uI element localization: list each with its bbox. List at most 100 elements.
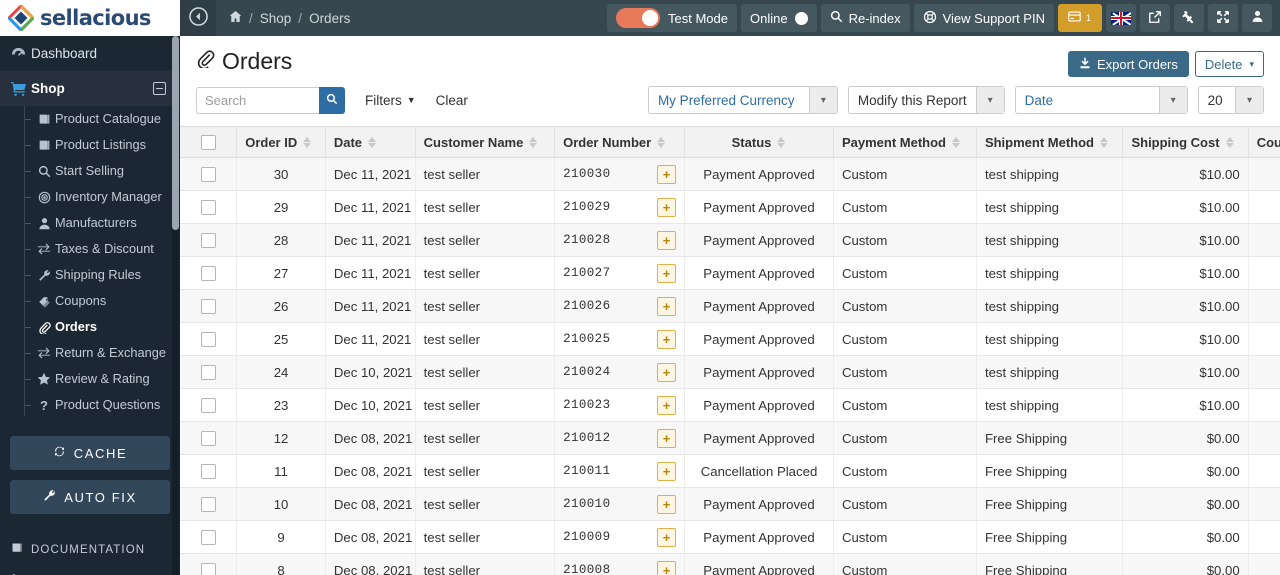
expand-row-button[interactable]: + xyxy=(657,230,677,250)
sidebar-item-shop[interactable]: Shop xyxy=(0,71,180,106)
row-checkbox[interactable] xyxy=(200,464,216,479)
sidebar-item-start-selling[interactable]: Start Selling xyxy=(0,158,180,184)
sort-icon[interactable] xyxy=(1099,136,1109,148)
row-checkbox[interactable] xyxy=(200,266,216,281)
online-status-button[interactable]: Online xyxy=(741,4,817,32)
expand-row-button[interactable]: + xyxy=(657,296,677,316)
sidebar-item-return-exchange[interactable]: Return & Exchange xyxy=(0,340,180,366)
sort-icon[interactable] xyxy=(368,136,377,148)
sort-icon[interactable] xyxy=(657,136,666,148)
search-input[interactable] xyxy=(196,86,319,114)
col-customer-name[interactable]: Customer Name xyxy=(415,126,556,158)
sidebar-item-documentation[interactable]: DOCUMENTATION xyxy=(0,534,180,565)
fullscreen-button[interactable] xyxy=(1208,4,1238,32)
language-button[interactable] xyxy=(1106,4,1136,32)
sidebar-item-support[interactable]: SUPPORT xyxy=(0,565,180,575)
expand-row-button[interactable]: + xyxy=(657,362,677,382)
expand-row-button[interactable]: + xyxy=(657,263,677,283)
toggle-switch[interactable] xyxy=(616,8,661,28)
row-checkbox[interactable] xyxy=(200,299,216,314)
back-button[interactable] xyxy=(180,0,216,36)
messages-button[interactable]: 1 xyxy=(1057,4,1102,32)
sidebar-item-product-catalogue[interactable]: Product Catalogue xyxy=(0,106,180,132)
row-checkbox[interactable] xyxy=(200,563,216,575)
table-row[interactable]: 10 Dec 08, 2021 test seller 210010 + Payment … xyxy=(180,487,1280,521)
date-sort-select[interactable]: Date ▾ xyxy=(1014,86,1188,114)
row-checkbox[interactable] xyxy=(200,398,216,413)
sort-icon[interactable] xyxy=(303,136,312,148)
page-limit-select[interactable]: 20 ▾ xyxy=(1197,86,1264,114)
collapse-minus-icon[interactable] xyxy=(153,82,166,95)
table-row[interactable]: 23 Dec 10, 2021 test seller 210023 + Payment … xyxy=(180,388,1280,422)
select-all-checkbox[interactable] xyxy=(200,135,216,151)
col-shipment-method[interactable]: Shipment Method xyxy=(976,126,1124,158)
sidebar-item-coupons[interactable]: Coupons xyxy=(0,288,180,314)
expand-row-button[interactable]: + xyxy=(657,329,677,349)
sidebar-scrollbar[interactable] xyxy=(172,36,179,575)
export-orders-button[interactable]: Export Orders xyxy=(1067,51,1189,77)
row-checkbox[interactable] xyxy=(200,233,216,248)
joomla-button[interactable] xyxy=(1174,4,1204,32)
expand-row-button[interactable]: + xyxy=(657,527,677,547)
expand-row-button[interactable]: + xyxy=(657,461,677,481)
expand-row-button[interactable]: + xyxy=(657,494,677,514)
expand-row-button[interactable]: + xyxy=(657,395,677,415)
user-menu-button[interactable] xyxy=(1242,4,1272,32)
row-checkbox[interactable] xyxy=(200,167,216,182)
table-row[interactable]: 29 Dec 11, 2021 test seller 210029 + Payment … xyxy=(180,190,1280,224)
table-row[interactable]: 28 Dec 11, 2021 test seller 210028 + Payment … xyxy=(180,223,1280,257)
expand-row-button[interactable]: + xyxy=(657,560,677,575)
sidebar-item-shipping-rules[interactable]: Shipping Rules xyxy=(0,262,180,288)
sidebar-item-product-listings[interactable]: Product Listings xyxy=(0,132,180,158)
brand-logo-area[interactable]: sellacious xyxy=(0,0,180,36)
sidebar-item-review-rating[interactable]: Review & Rating xyxy=(0,366,180,392)
view-support-pin-button[interactable]: View Support PIN xyxy=(913,4,1054,32)
col-coupon[interactable]: Coupon xyxy=(1248,126,1280,158)
col-order-id[interactable]: Order ID xyxy=(236,126,326,158)
sidebar-item-inventory-manager[interactable]: Inventory Manager xyxy=(0,184,180,210)
sidebar-item-orders[interactable]: Orders xyxy=(0,314,180,340)
sort-icon[interactable] xyxy=(777,136,786,148)
sidebar-item-product-questions[interactable]: ? Product Questions xyxy=(0,392,180,418)
clear-filters-link[interactable]: Clear xyxy=(436,93,468,108)
breadcrumb-orders[interactable]: Orders xyxy=(309,11,350,26)
reindex-button[interactable]: Re-index xyxy=(820,4,910,32)
sidebar-item-dashboard[interactable]: Dashboard xyxy=(0,36,180,71)
row-checkbox[interactable] xyxy=(200,497,216,512)
table-row[interactable]: 9 Dec 08, 2021 test seller 210009 + Payment A… xyxy=(180,520,1280,554)
table-row[interactable]: 27 Dec 11, 2021 test seller 210027 + Payment … xyxy=(180,256,1280,290)
search-button[interactable] xyxy=(319,86,345,114)
sort-icon[interactable] xyxy=(1225,136,1235,148)
sidebar-item-manufacturers[interactable]: Manufacturers xyxy=(0,210,180,236)
table-row[interactable]: 24 Dec 10, 2021 test seller 210024 + Payment … xyxy=(180,355,1280,389)
test-mode-toggle[interactable]: Test Mode xyxy=(607,4,737,32)
sidebar-scrollbar-thumb[interactable] xyxy=(172,36,179,230)
col-shipping-cost[interactable]: Shipping Cost xyxy=(1122,126,1249,158)
expand-row-button[interactable]: + xyxy=(657,164,677,184)
row-checkbox[interactable] xyxy=(200,200,216,215)
table-row[interactable]: 25 Dec 11, 2021 test seller 210025 + Payment … xyxy=(180,322,1280,356)
cache-button[interactable]: CACHE xyxy=(10,436,170,470)
col-payment-method[interactable]: Payment Method xyxy=(833,126,977,158)
breadcrumb-shop[interactable]: Shop xyxy=(260,11,292,26)
table-row[interactable]: 11 Dec 08, 2021 test seller 210011 + Cancella… xyxy=(180,454,1280,488)
row-checkbox[interactable] xyxy=(200,365,216,380)
sort-icon[interactable] xyxy=(951,136,961,148)
home-icon[interactable] xyxy=(229,10,242,26)
table-row[interactable]: 8 Dec 08, 2021 test seller 210008 + Payment A… xyxy=(180,553,1280,575)
expand-row-button[interactable]: + xyxy=(657,197,677,217)
report-select[interactable]: Modify this Report ▾ xyxy=(847,86,1005,114)
table-row[interactable]: 30 Dec 11, 2021 test seller 210030 + Payment … xyxy=(180,157,1280,191)
table-row[interactable]: 12 Dec 08, 2021 test seller 210012 + Payment … xyxy=(180,421,1280,455)
row-checkbox[interactable] xyxy=(200,530,216,545)
external-link-button[interactable] xyxy=(1140,4,1170,32)
expand-row-button[interactable]: + xyxy=(657,428,677,448)
sidebar-item-taxes-discount[interactable]: Taxes & Discount xyxy=(0,236,180,262)
col-order-number[interactable]: Order Number xyxy=(554,126,686,158)
row-checkbox[interactable] xyxy=(200,431,216,446)
filters-dropdown[interactable]: Filters ▼ xyxy=(365,93,416,108)
row-checkbox[interactable] xyxy=(200,332,216,347)
auto-fix-button[interactable]: AUTO FIX xyxy=(10,480,170,514)
sort-icon[interactable] xyxy=(529,136,538,148)
delete-button[interactable]: Delete ▾ xyxy=(1194,51,1264,77)
